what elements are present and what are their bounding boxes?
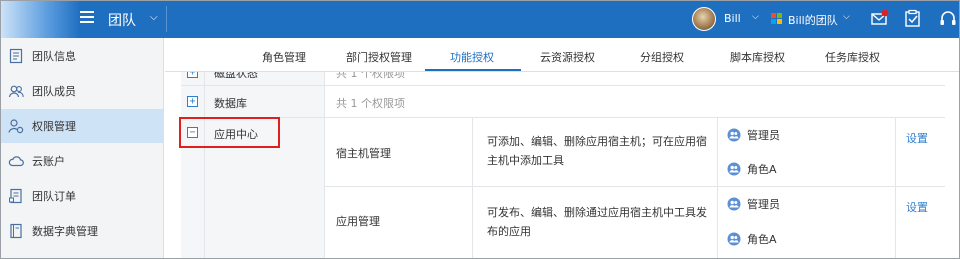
chevron-down-icon[interactable]: ⌵: [843, 12, 850, 22]
microsoft-logo-icon: [771, 13, 782, 24]
users-icon: [727, 128, 741, 142]
active-tab-indicator: [425, 69, 521, 71]
divider: [166, 6, 167, 32]
sidebar-item-team-info[interactable]: 团队信息: [0, 39, 164, 73]
team-switcher[interactable]: Bill的团队: [788, 12, 838, 28]
headset-icon[interactable]: [938, 9, 958, 29]
sidebar-item-data-dictionary[interactable]: 数据字典管理: [0, 214, 164, 248]
users-icon: [727, 162, 741, 176]
row-divider: [325, 186, 960, 187]
role-item: 角色A: [727, 231, 777, 247]
top-bar: 团队 ⌵ Bill ⌵ Bill的团队 ⌵: [0, 0, 960, 38]
role-name: 管理员: [747, 129, 780, 142]
permission-count: 共 1 个权限项: [336, 72, 405, 80]
tab-group-authorization[interactable]: 分组授权: [640, 49, 684, 65]
sidebar-item-label: 云账户: [32, 155, 65, 168]
row-divider: [181, 85, 960, 86]
sidebar-item-label: 权限管理: [32, 120, 76, 133]
sidebar-item-label: 数据字典管理: [32, 225, 98, 238]
avatar[interactable]: [692, 7, 716, 31]
sidebar: 团队信息 团队成员 权限管理 云账户 团队订单 数据字典管理: [0, 38, 164, 259]
order-icon: [9, 188, 22, 204]
sidebar-item-team-orders[interactable]: 团队订单: [0, 179, 164, 213]
chevron-down-icon[interactable]: ⌵: [752, 12, 759, 22]
cloud-icon: [8, 156, 24, 167]
task-icon[interactable]: [903, 9, 923, 29]
category-label: 数据库: [214, 97, 247, 110]
role-item: 角色A: [727, 161, 777, 177]
permission-name: 应用管理: [336, 215, 380, 228]
document-icon: [9, 48, 23, 64]
user-settings-icon: [8, 119, 24, 134]
role-item: 管理员: [727, 127, 780, 143]
permission-table: + 磁盘状态 共 1 个权限项 + 数据库 共 1 个权限项 − 应用中心 宿主…: [165, 72, 960, 259]
tab-department-authorization[interactable]: 部门授权管理: [346, 49, 412, 65]
row-divider: [181, 117, 960, 118]
sidebar-item-label: 团队成员: [32, 85, 76, 98]
sidebar-item-team-members[interactable]: 团队成员: [0, 74, 164, 108]
tab-task-library-authorization[interactable]: 任务库授权: [825, 49, 880, 65]
expand-icon[interactable]: +: [187, 96, 198, 107]
highlight-box: [179, 117, 280, 148]
users-icon: [727, 232, 741, 246]
users-icon: [727, 197, 741, 211]
sidebar-item-label: 团队信息: [32, 50, 76, 63]
settings-link[interactable]: 设置: [906, 199, 928, 215]
tab-script-library-authorization[interactable]: 脚本库授权: [730, 49, 785, 65]
permission-count: 共 1 个权限项: [336, 97, 405, 110]
page-title[interactable]: 团队: [108, 10, 136, 30]
mail-notification-icon[interactable]: [870, 9, 890, 29]
tab-bar: 角色管理 部门授权管理 功能授权 云资源授权 分组授权 脚本库授权 任务库授权: [165, 38, 960, 72]
tab-function-authorization[interactable]: 功能授权: [450, 49, 494, 65]
sidebar-item-label: 团队订单: [32, 190, 76, 203]
chevron-down-icon[interactable]: ⌵: [150, 12, 158, 23]
menu-icon[interactable]: [80, 11, 94, 23]
column-divider: [717, 118, 718, 259]
role-item: 管理员: [727, 196, 780, 212]
users-icon: [8, 85, 24, 98]
role-name: 管理员: [747, 198, 780, 211]
scroll-gutter: [945, 72, 960, 259]
sidebar-item-permissions[interactable]: 权限管理: [0, 109, 164, 143]
tab-role-management[interactable]: 角色管理: [262, 49, 306, 65]
expand-icon[interactable]: +: [187, 72, 198, 78]
permission-name: 宿主机管理: [336, 147, 391, 160]
permission-description: 可发布、编辑、删除通过应用宿主机中工具发布的应用: [487, 206, 707, 238]
category-label: 磁盘状态: [214, 72, 258, 80]
column-divider: [895, 118, 896, 259]
book-icon: [10, 223, 22, 239]
role-name: 角色A: [747, 163, 777, 176]
tab-cloud-resource-authorization[interactable]: 云资源授权: [540, 49, 595, 65]
settings-link[interactable]: 设置: [906, 130, 928, 146]
brand-logo: [0, 0, 80, 38]
role-name: 角色A: [747, 233, 777, 246]
column-divider: [472, 118, 473, 259]
sidebar-item-cloud-account[interactable]: 云账户: [0, 144, 164, 178]
user-name[interactable]: Bill: [724, 12, 741, 25]
permission-description: 可添加、编辑、删除应用宿主机；可在应用宿主机中添加工具: [487, 135, 707, 167]
